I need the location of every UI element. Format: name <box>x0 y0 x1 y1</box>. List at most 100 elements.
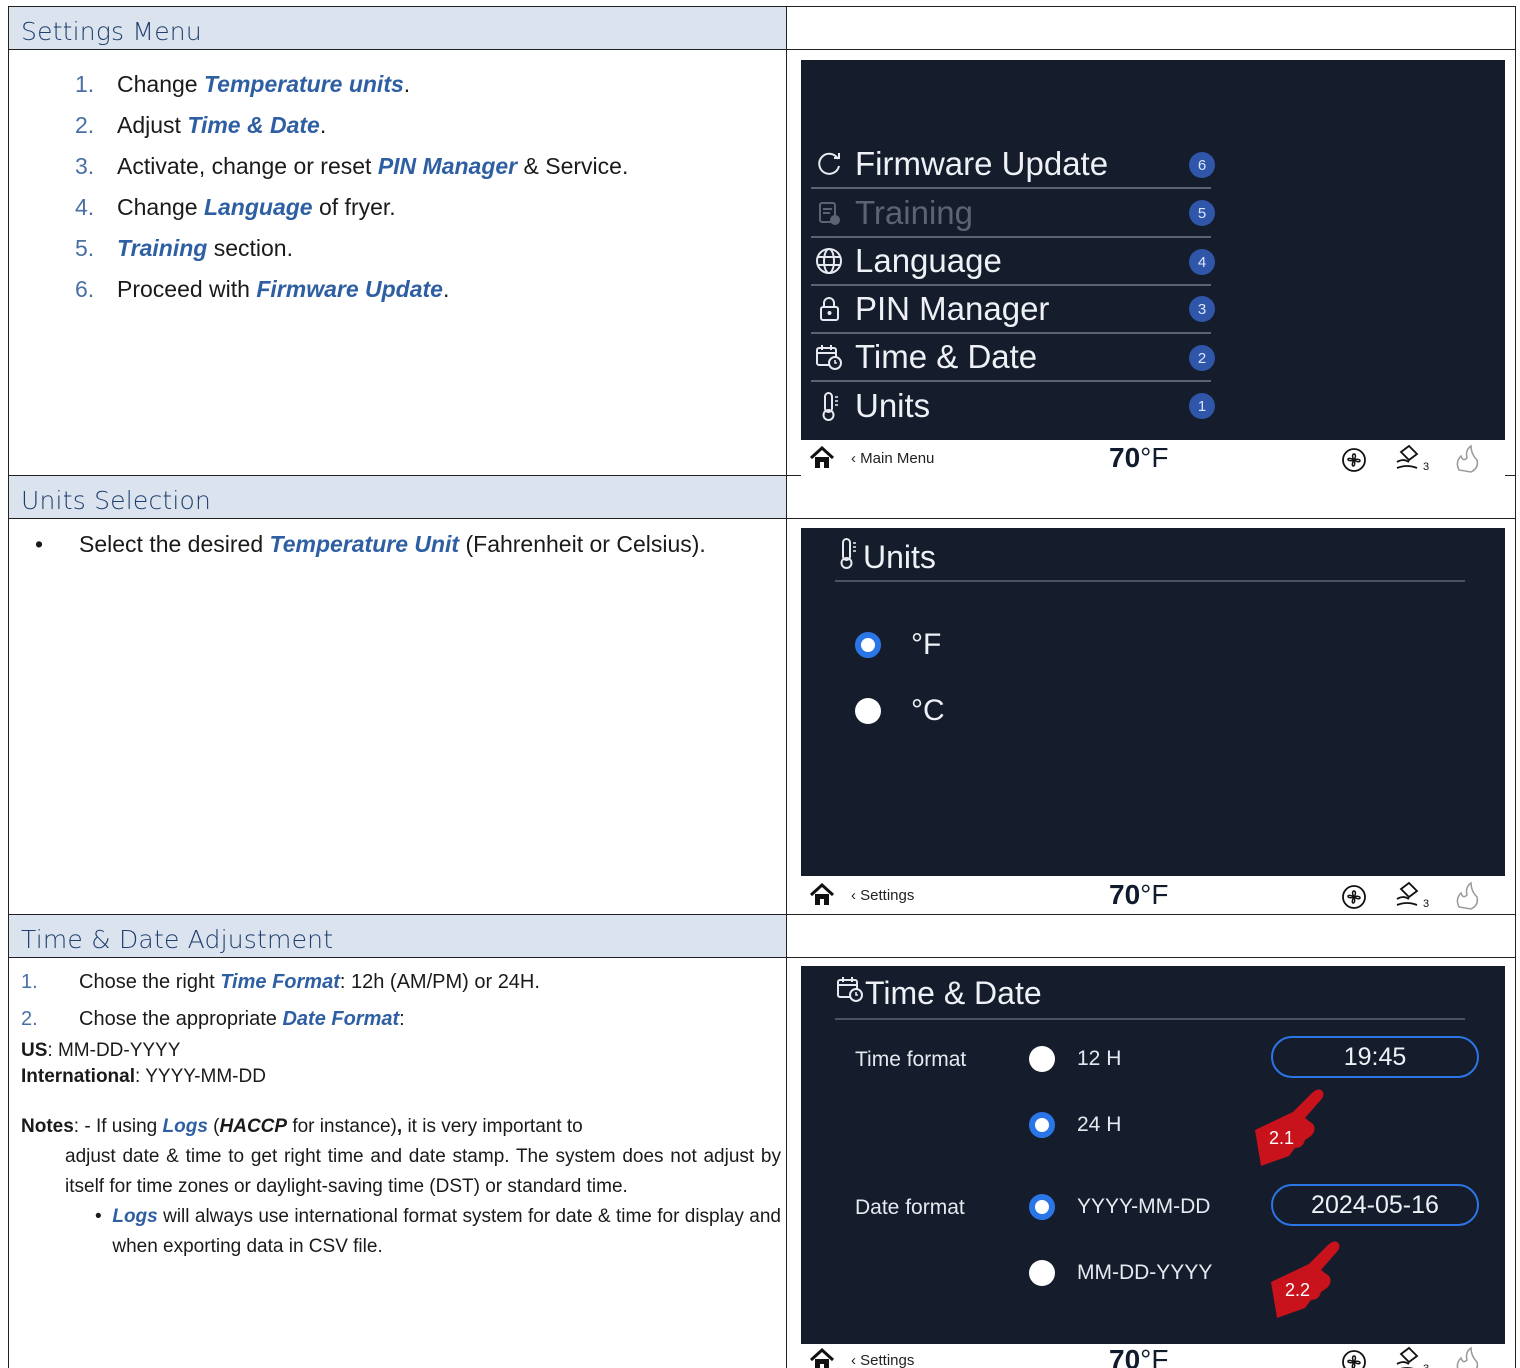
section-title: Time & Date Adjustment <box>21 925 334 954</box>
menu-item-pin-manager[interactable]: PIN Manager <box>811 285 1211 334</box>
time-date-screen: Time & Date Time format 12 H 24 H 19:45 … <box>801 966 1505 1344</box>
menu-item-label: Firmware Update <box>855 144 1109 182</box>
radio-button[interactable] <box>855 632 881 658</box>
svg-text:2.2: 2.2 <box>1285 1280 1310 1300</box>
time-format-label: Time format <box>855 1048 967 1071</box>
menu-item-units[interactable]: Units <box>811 381 1211 430</box>
time-input[interactable]: 19:45 <box>1271 1036 1479 1078</box>
training-icon <box>811 195 847 231</box>
radio-fahrenheit[interactable]: °F <box>855 628 941 662</box>
format-us: US: MM-DD-YYYY <box>21 1040 181 1061</box>
temperature-readout: 70°F <box>1109 879 1169 910</box>
list-item: 2. Adjust Time & Date. <box>75 112 327 138</box>
radio-button[interactable] <box>1029 1260 1055 1286</box>
list-item: 3. Activate, change or reset PIN Manager … <box>75 153 629 179</box>
callout-badge: 4 <box>1189 249 1215 275</box>
svg-text:2.1: 2.1 <box>1269 1128 1294 1148</box>
radio-celsius[interactable]: °C <box>855 694 945 728</box>
heat-icon <box>1451 1346 1481 1368</box>
time-date-instructions: 1. Chose the right Time Format: 12h (AM/P… <box>21 964 781 1262</box>
oil-level-icon[interactable]: 3 <box>1393 1346 1433 1368</box>
oil-level-icon[interactable]: 3 <box>1393 881 1433 916</box>
fan-icon[interactable] <box>1337 1348 1371 1368</box>
radio-button[interactable] <box>1029 1194 1055 1220</box>
oil-level-icon[interactable]: 3 <box>1393 444 1433 479</box>
back-button[interactable]: ‹ Settings <box>851 1352 914 1368</box>
radio-button[interactable] <box>1029 1046 1055 1072</box>
list-item: 6. Proceed with Firmware Update. <box>75 276 450 302</box>
screen-title: Time & Date <box>835 974 1042 1012</box>
thermometer-icon <box>835 536 863 578</box>
settings-menu-screen: Firmware Update 6 Training 5 Language 4 … <box>801 60 1505 440</box>
callout-badge: 5 <box>1189 200 1215 226</box>
callout-badge: 1 <box>1189 393 1215 419</box>
menu-item-label: Training <box>855 193 973 231</box>
menu-item-label: Time & Date <box>855 337 1038 375</box>
home-icon[interactable] <box>809 882 835 907</box>
callout-badge: 3 <box>1189 296 1215 322</box>
section-header-settings-menu: Settings Menu <box>9 7 1515 50</box>
status-bar: ‹ Main Menu 70°F 3 <box>801 442 1505 476</box>
home-icon[interactable] <box>809 1347 835 1368</box>
status-bar: ‹ Settings 70°F 3 <box>801 1344 1505 1368</box>
list-item: 2. Chose the appropriate Date Format: <box>21 1008 405 1030</box>
pointing-hand-icon: 2.2 <box>1271 1241 1340 1318</box>
lock-icon <box>811 291 847 327</box>
date-format-label: Date format <box>855 1196 965 1219</box>
section-title: Units Selection <box>21 486 212 515</box>
radio-mm-dd-yyyy[interactable]: MM-DD-YYYY <box>1029 1260 1212 1286</box>
section-header-units: Units Selection <box>9 476 1515 519</box>
radio-12h[interactable]: 12 H <box>1029 1046 1121 1072</box>
menu-item-training[interactable]: Training <box>811 189 1211 238</box>
list-item: 1. Chose the right Time Format: 12h (AM/P… <box>21 971 540 993</box>
screen-title: Units <box>835 536 936 578</box>
list-item: • Logs will always use international form… <box>95 1206 781 1257</box>
date-input[interactable]: 2024-05-16 <box>1271 1184 1479 1226</box>
section-settings-menu: 1. Change Temperature units. 2. Adjust Tim… <box>9 50 1515 476</box>
list-item: 4. Change Language of fryer. <box>75 194 396 220</box>
svg-text:3: 3 <box>1423 1363 1429 1368</box>
menu-item-label: Units <box>855 386 931 424</box>
format-international: International: YYYY-MM-DD <box>21 1066 266 1087</box>
menu-item-label: Language <box>855 241 1002 279</box>
settings-doc-table: Settings Menu 1. Change Temperature units… <box>8 6 1516 1368</box>
menu-item-time-date[interactable]: Time & Date <box>811 333 1211 382</box>
back-button[interactable]: ‹ Main Menu <box>851 450 934 467</box>
calendar-clock-icon <box>811 339 847 375</box>
back-button[interactable]: ‹ Settings <box>851 887 914 904</box>
refresh-icon <box>811 146 847 182</box>
thermometer-icon <box>811 388 847 424</box>
radio-24h[interactable]: 24 H <box>1029 1112 1121 1138</box>
divider <box>835 580 1465 582</box>
fan-icon[interactable] <box>1337 446 1371 479</box>
home-icon[interactable] <box>809 445 835 470</box>
fan-icon[interactable] <box>1337 883 1371 916</box>
section-time-date: 1. Chose the right Time Format: 12h (AM/P… <box>9 958 1515 1368</box>
radio-button[interactable] <box>855 698 881 724</box>
heat-icon <box>1451 444 1481 479</box>
menu-item-firmware-update[interactable]: Firmware Update <box>811 140 1211 189</box>
temperature-readout: 70°F <box>1109 1344 1169 1368</box>
heat-icon <box>1451 881 1481 916</box>
globe-icon <box>811 243 847 279</box>
callout-badge: 2 <box>1189 345 1215 371</box>
divider <box>835 1018 1465 1020</box>
calendar-clock-icon <box>835 974 865 1012</box>
menu-item-language[interactable]: Language <box>811 237 1211 286</box>
temperature-readout: 70°F <box>1109 442 1169 473</box>
callout-badge: 6 <box>1189 152 1215 178</box>
svg-text:3: 3 <box>1423 898 1429 910</box>
list-item: 1. Change Temperature units. <box>75 71 411 97</box>
list-item: 5. Training section. <box>75 235 293 261</box>
units-screen: Units °F °C <box>801 528 1505 876</box>
settings-steps-list: 1. Change Temperature units. 2. Adjust Tim… <box>75 64 628 310</box>
radio-yyyy-mm-dd[interactable]: YYYY-MM-DD <box>1029 1194 1210 1220</box>
notes: Notes: - If using Logs (HACCP for instan… <box>21 1112 781 1262</box>
section-title: Settings Menu <box>21 17 202 46</box>
menu-item-label: PIN Manager <box>855 289 1050 327</box>
radio-button[interactable] <box>1029 1112 1055 1138</box>
status-bar: ‹ Settings 70°F 3 <box>801 879 1505 913</box>
section-units: • Select the desired Temperature Unit (F… <box>9 519 1515 915</box>
section-header-time-date: Time & Date Adjustment <box>9 915 1515 958</box>
pointing-hand-icon: 2.1 <box>1255 1089 1324 1166</box>
